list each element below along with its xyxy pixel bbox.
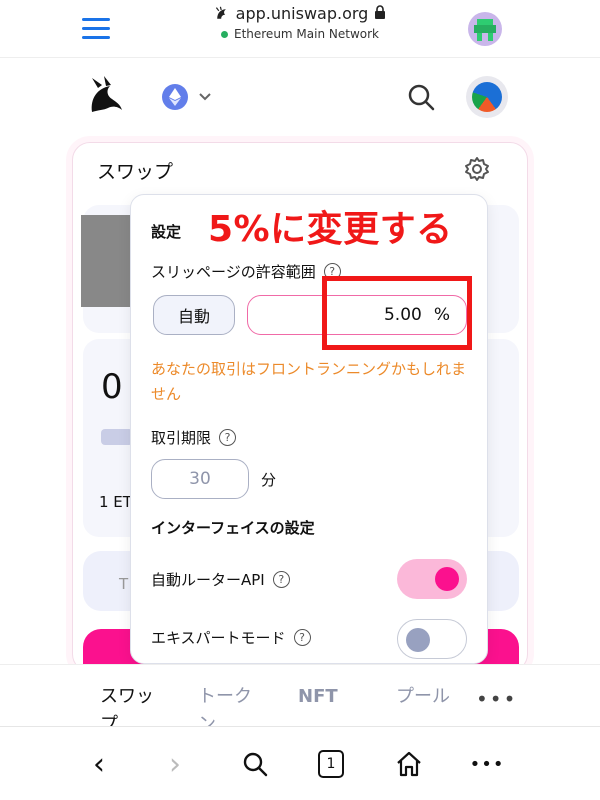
nav-item-tokens[interactable]: トークン: [198, 683, 258, 726]
browser-bottom-toolbar: ‹ › 1 •••: [0, 726, 600, 800]
tabs-button[interactable]: 1: [314, 747, 348, 781]
nav-more-icon[interactable]: •••: [476, 687, 517, 711]
deadline-unit: 分: [261, 471, 277, 489]
menu-icon[interactable]: [82, 18, 110, 40]
home-icon[interactable]: [392, 747, 426, 781]
secondary-button-label: T: [119, 575, 129, 593]
browser-search-icon[interactable]: [238, 747, 272, 781]
token-pill[interactable]: [101, 429, 133, 445]
frontrun-warning: あなたの取引はフロントランニングかもしれません: [151, 360, 467, 403]
uniswap-small-icon: [215, 6, 226, 19]
ethereum-icon: [162, 84, 188, 110]
browser-top-bar: app.uniswap.org Ethereum Main Network: [0, 0, 600, 58]
slippage-label: スリッページの許容範囲: [151, 263, 316, 281]
forward-icon[interactable]: ›: [158, 747, 192, 782]
network-status-dot: [220, 30, 228, 38]
router-label: 自動ルーターAPI: [151, 571, 265, 589]
help-icon[interactable]: ?: [272, 571, 290, 588]
back-icon[interactable]: ‹: [82, 747, 116, 782]
wallet-avatar[interactable]: [466, 76, 508, 118]
slippage-label-row: スリッページの許容範囲 ?: [151, 261, 341, 282]
settings-popover: 設定 スリッページの許容範囲 ? 自動 5.00 % あなたの取引はフロントラン…: [130, 194, 488, 664]
nav-item-swap[interactable]: スワップ: [100, 683, 160, 726]
uniswap-logo-icon[interactable]: [84, 74, 128, 118]
deadline-label: 取引期限: [151, 429, 212, 447]
interface-settings-title: インターフェイスの設定: [151, 519, 315, 537]
help-icon[interactable]: ?: [219, 429, 237, 446]
rate-text: 1 ET: [99, 493, 132, 511]
settings-title: 設定: [151, 223, 182, 241]
annotation-text: 5%に変更する: [208, 209, 453, 250]
site-avatar[interactable]: [468, 12, 502, 46]
browser-more-icon[interactable]: •••: [470, 747, 504, 781]
network-selector[interactable]: [162, 84, 212, 110]
network-name: Ethereum Main Network: [233, 27, 379, 41]
nav-item-nft[interactable]: NFT: [298, 683, 358, 711]
tab-count: 1: [318, 750, 344, 778]
wallet-avatar-image: [472, 82, 502, 112]
app-header: [0, 60, 600, 136]
help-icon[interactable]: ?: [293, 629, 311, 646]
url-text: app.uniswap.org: [235, 4, 369, 23]
gear-icon[interactable]: [463, 155, 491, 183]
nav-item-pool[interactable]: プール: [396, 683, 456, 711]
swap-title: スワップ: [97, 161, 174, 183]
deadline-input[interactable]: 30: [151, 459, 249, 499]
router-label-row: 自動ルーターAPI ?: [151, 569, 290, 590]
buy-amount[interactable]: 0: [101, 367, 123, 407]
search-icon[interactable]: [406, 82, 436, 112]
slippage-auto-button[interactable]: 自動: [153, 295, 235, 335]
lock-icon: [374, 4, 386, 23]
toggle-knob: [435, 567, 459, 591]
address-bar[interactable]: app.uniswap.org Ethereum Main Network: [180, 4, 420, 41]
app-bottom-nav: スワップ トークン NFT プール •••: [0, 664, 600, 726]
annotation-highlight-box: [322, 276, 472, 350]
expert-label-row: エキスパートモード ?: [151, 627, 311, 648]
toggle-knob: [406, 628, 430, 652]
expert-mode-toggle[interactable]: [397, 619, 467, 659]
auto-router-toggle[interactable]: [397, 559, 467, 599]
chevron-down-icon: [199, 93, 211, 101]
expert-label: エキスパートモード: [151, 629, 286, 647]
deadline-label-row: 取引期限 ?: [151, 427, 237, 448]
